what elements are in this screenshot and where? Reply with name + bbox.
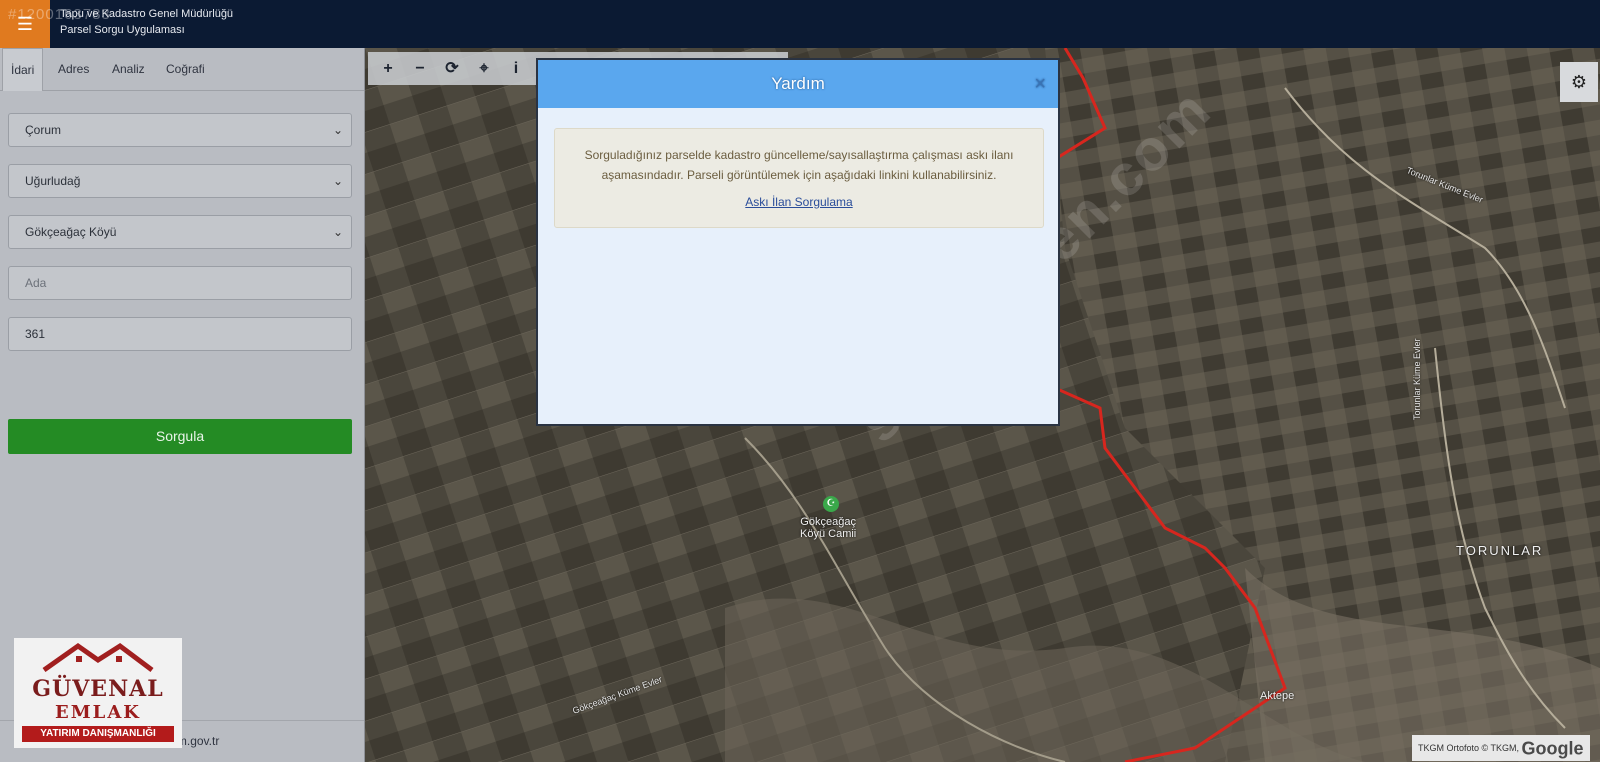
road-label-torunlar-vertical: Torunlar Küme Evler [1412,338,1422,420]
district-select[interactable]: Uğurludağ ⌄ [8,164,352,198]
mosque-label: Gökçeağaç Köyü Camii [800,516,857,540]
query-button[interactable]: Sorgula [8,419,352,454]
help-dialog: Yardım × Sorguladığınız parselde kadastr… [536,58,1060,426]
zoom-out-icon[interactable]: − [404,52,436,85]
app-subtitle: Parsel Sorgu Uygulaması [60,24,185,36]
village-label: TORUNLAR [1456,543,1544,558]
realtor-logo: GÜVENAL EMLAK YATIRIM DANIŞMANLIĞI [14,638,182,748]
warning-alert: Sorguladığınız parselde kadastro güncell… [554,128,1044,228]
google-logo: Google [1521,738,1584,759]
dialog-header: Yardım × [538,60,1058,108]
tab-idari[interactable]: İdari [2,48,44,91]
locate-icon[interactable]: ⌖ [468,52,500,85]
neighborhood-select[interactable]: Gökçeağaç Köyü ⌄ [8,215,352,249]
logo-brand-line2: EMLAK [55,702,141,723]
aski-ilan-link[interactable]: Askı İlan Sorgulama [555,195,1043,209]
app-header: ☰ #1200163783 Tapu ve Kadastro Genel Müd… [0,0,1600,48]
zoom-in-icon[interactable]: + [372,52,404,85]
tab-adres[interactable]: Adres [50,48,97,90]
app-title: Tapu ve Kadastro Genel Müdürlüğü [60,8,234,20]
neighborhood-value: Gökçeağaç Köyü [25,225,117,239]
tab-analiz[interactable]: Analiz [104,48,153,90]
map-attribution: TKGM Ortofoto © TKGM, Google [1412,735,1590,761]
close-icon[interactable]: × [1034,60,1046,108]
mosque-marker-icon[interactable]: ☪ [823,496,839,512]
district-value: Uğurludağ [25,174,81,188]
logo-brand-line1: GÜVENAL [32,676,164,702]
ada-input[interactable]: Ada [8,266,352,300]
attribution-text: TKGM Ortofoto © TKGM, [1418,743,1519,753]
chevron-down-icon: ⌄ [332,123,343,137]
refresh-icon[interactable]: ⟳ [436,52,468,85]
chevron-down-icon: ⌄ [332,174,343,188]
house-roof-icon [42,642,154,672]
settings-gear-icon[interactable]: ⚙ [1560,62,1598,102]
parsel-input[interactable]: 361 [8,317,352,351]
chevron-down-icon: ⌄ [332,225,343,239]
tab-bar: İdari Adres Analiz Coğrafi [0,48,364,91]
dialog-title: Yardım [771,74,825,93]
hill-label: Aktepe [1260,690,1295,702]
province-select[interactable]: Çorum ⌄ [8,113,352,147]
province-value: Çorum [25,123,62,137]
tab-cografi[interactable]: Coğrafi [158,48,213,90]
logo-tagline: YATIRIM DANIŞMANLIĞI [22,726,174,742]
alert-message: Sorguladığınız parselde kadastro güncell… [584,148,1014,182]
info-icon[interactable]: i [500,52,532,85]
